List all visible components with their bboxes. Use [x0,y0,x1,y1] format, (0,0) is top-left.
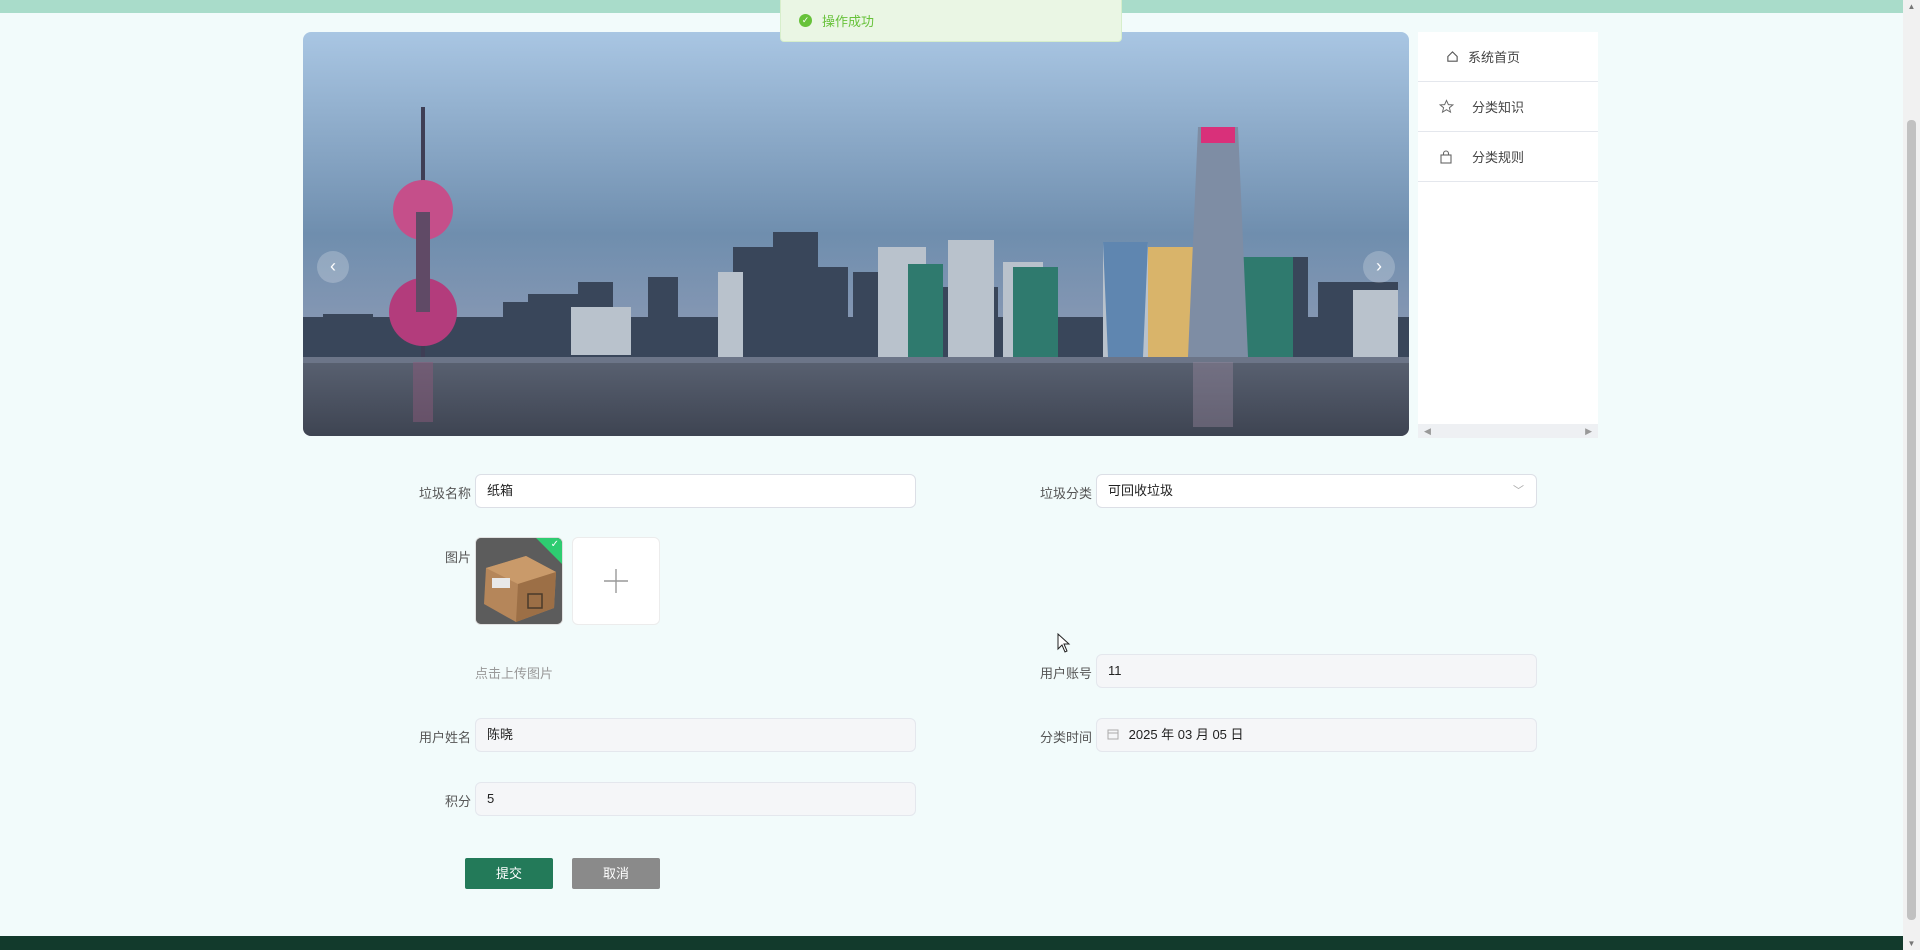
user-account-label: 用户账号 [1039,666,1092,681]
mouse-cursor-icon [1057,633,1071,653]
classify-time-value: 2025 年 03 月 05 日 [1128,727,1244,742]
side-menu: 系统首页 分类知识 分类规则 ◀ ▶ [1418,32,1598,438]
garbage-name-input[interactable]: 纸箱 [475,474,916,508]
garbage-name-label: 垃圾名称 [418,486,471,501]
toast-message: 操作成功 [822,14,875,29]
sidebar-item-rules[interactable]: 分类规则 [1418,132,1598,182]
sidebar-item-label: 分类知识 [1472,100,1525,115]
page-vertical-scrollbar[interactable]: ▲ ▼ [1903,0,1920,950]
city-skyline-photo [303,32,1409,436]
scroll-up-icon[interactable]: ▲ [1903,2,1920,11]
classify-time-label: 分类时间 [1039,730,1092,745]
uploaded-image-thumbnail[interactable]: ✓ [475,537,563,625]
scroll-left-icon[interactable]: ◀ [1424,426,1431,437]
sidebar-item-label: 分类规则 [1472,150,1525,165]
points-label: 积分 [444,794,471,809]
scroll-down-icon[interactable]: ▼ [1903,939,1920,948]
banner-carousel[interactable]: ‹ › [303,32,1409,436]
sidebar-item-knowledge[interactable]: 分类知识 [1418,82,1598,132]
check-icon: ✓ [550,539,559,550]
image-label: 图片 [444,550,471,565]
side-menu-horizontal-scrollbar[interactable]: ◀ ▶ [1418,424,1598,438]
user-account-input[interactable]: 11 [1096,654,1537,688]
success-check-icon: ✓ [799,14,812,27]
image-upload-button[interactable] [572,537,660,625]
sidebar-item-home[interactable]: 系统首页 [1418,32,1598,82]
upload-hint-text: 点击上传图片 [475,666,554,681]
plus-icon [604,569,628,593]
footer-bar [0,936,1903,950]
garbage-category-select[interactable]: 可回收垃圾 ﹀ [1096,474,1537,508]
star-icon [1438,99,1454,115]
user-name-input[interactable]: 陈晓 [475,718,916,752]
carousel-prev-button[interactable]: ‹ [317,251,349,283]
scroll-right-icon[interactable]: ▶ [1585,426,1592,437]
calendar-icon [1107,729,1119,740]
garbage-category-label: 垃圾分类 [1039,486,1092,501]
home-icon [1444,49,1460,65]
garbage-category-value: 可回收垃圾 [1108,483,1174,498]
chevron-down-icon: ﹀ [1513,485,1524,497]
points-input[interactable]: 5 [475,782,916,816]
bag-icon [1438,149,1454,165]
scrollbar-thumb[interactable] [1907,120,1916,920]
sidebar-item-label: 系统首页 [1468,50,1521,65]
user-name-label: 用户姓名 [418,730,471,745]
classify-time-input[interactable]: 2025 年 03 月 05 日 [1096,718,1537,752]
submit-button[interactable]: 提交 [465,858,553,889]
carousel-next-button[interactable]: › [1363,251,1395,283]
cancel-button[interactable]: 取消 [572,858,660,889]
success-toast: ✓ 操作成功 [780,0,1122,42]
